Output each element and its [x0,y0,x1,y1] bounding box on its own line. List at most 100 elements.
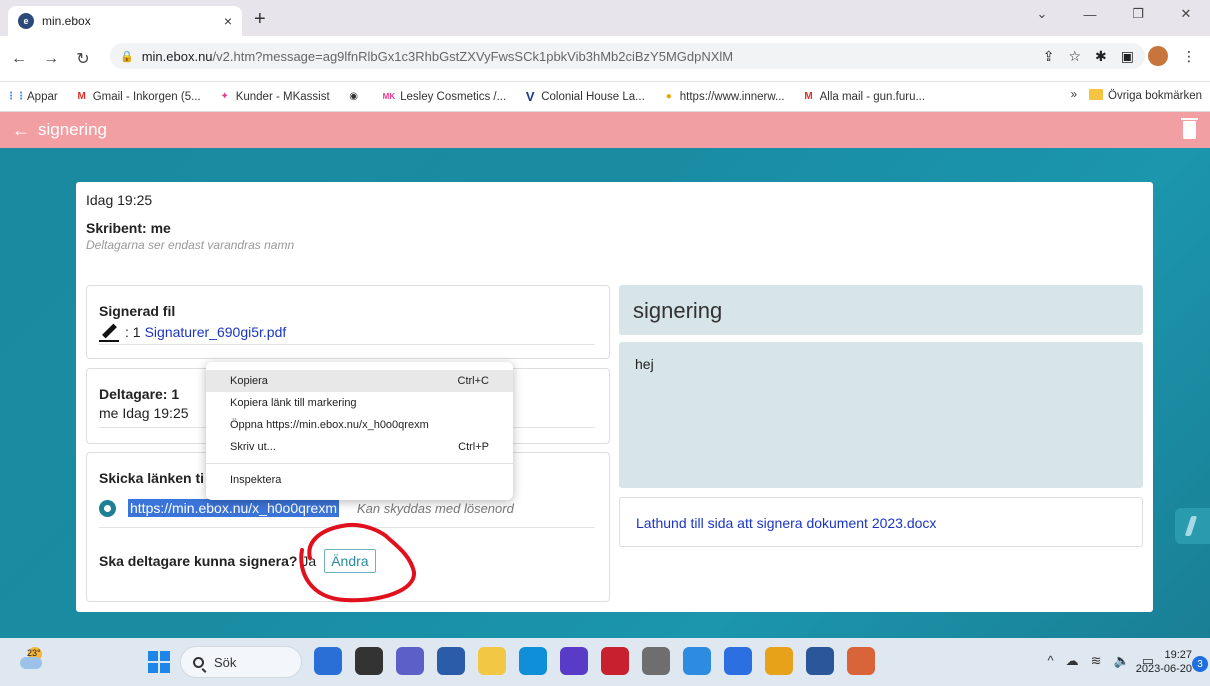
taskbar-search[interactable]: Sök [180,646,302,678]
taskbar-app-icon-9[interactable] [683,647,711,675]
trash-icon[interactable] [1181,118,1198,139]
taskbar-app-icon-11[interactable] [765,647,793,675]
tab-close-icon[interactable]: × [224,13,232,29]
taskbar-app-icon-13[interactable] [847,647,875,675]
ctx-separator [206,463,513,464]
url-field[interactable]: 🔒 min.ebox.nu/v2.htm?message=ag9lfnRlbGx… [110,43,1145,69]
taskbar-app-icon-2[interactable] [396,647,424,675]
pinned-apps [314,647,875,675]
address-bar-row: ← → ↻ 🔒 min.ebox.nu/v2.htm?message=ag9lf… [0,36,1210,82]
browser-tab-strip: e min.ebox × + ⌄ — ❐ ✕ [0,0,1210,36]
new-tab-button[interactable]: + [254,8,266,31]
bookmark-colonial[interactable]: V Colonial House La... [524,89,645,104]
taskbar-app-icon-12[interactable] [806,647,834,675]
temperature: 23° [27,648,41,658]
bookmark-mkassist[interactable]: ✦ Kunder - MKassist [219,91,330,103]
ctx-copy[interactable]: Kopiera Ctrl+C [206,370,513,392]
tab-search-icon[interactable]: ⌄ [1018,0,1066,28]
participants-title: Deltagare: 1 [99,386,180,402]
search-icon [193,656,204,668]
attachment-link[interactable]: Lathund till sida att signera dokument 2… [636,515,936,531]
tray-chevron-icon[interactable]: ^ [1048,653,1054,669]
gmail-icon: M [77,91,86,102]
menu-kebab-icon[interactable]: ⋮ [1182,48,1196,65]
attachment-panel: Lathund till sida att signera dokument 2… [619,497,1143,547]
ebox-favicon-icon: e [18,13,34,29]
reload-icon[interactable]: ↻ [70,49,96,69]
folder-icon [1089,89,1104,100]
bookmarks-bar: ⋮⋮ Appar M Gmail - Inkorgen (5... ✦ Kunder … [0,82,1210,112]
taskbar-app-icon-10[interactable] [724,647,752,675]
profile-avatar[interactable] [1148,46,1168,66]
share-icon[interactable]: ⇪ [1043,48,1055,65]
onedrive-icon[interactable]: ☁ [1066,653,1079,669]
message-writer: Skribent: me [86,220,171,236]
taskbar-app-icon-8[interactable] [642,647,670,675]
signed-file-panel: Signerad fil : 1 Signaturer_690gi5r.pdf [86,285,610,359]
other-bookmarks-folder[interactable]: Övriga bokmärken [1089,89,1202,102]
browser-tab[interactable]: e min.ebox × [8,6,242,36]
taskbar-app-icon-5[interactable] [519,647,547,675]
close-window-icon[interactable]: ✕ [1162,0,1210,28]
side-widget-lightning-icon[interactable] [1175,508,1210,544]
signed-file-count: : 1 [125,324,141,340]
pen-icon [99,322,119,342]
can-sign-label: Ska deltagare kunna signera? [99,553,298,569]
bookmark-gmail[interactable]: M Gmail - Inkorgen (5... [76,91,201,103]
taskbar-app-icon-1[interactable] [355,647,383,675]
bookmarks-more-button[interactable]: » [1071,89,1077,102]
url-path: /v2.htm?message=ag9lfnRlbGx1c3RhbGstZXVy… [212,48,734,64]
bookmark-globe[interactable]: ◉ [348,91,365,103]
clock-date: 2023-06-20 [1135,663,1192,675]
v-icon: V [525,89,535,104]
notification-badge[interactable]: 3 [1192,656,1208,672]
side-panel-icon[interactable]: ▣ [1121,48,1134,65]
forward-icon[interactable]: → [38,50,64,68]
apps-grid-icon: ⋮⋮ [6,91,26,102]
ctx-inspect[interactable]: Inspektera [206,469,513,491]
windows-start-icon[interactable] [148,651,170,673]
bookmarks-right: » Övriga bokmärken [1071,89,1202,102]
taskbar-app-icon-4[interactable] [478,647,506,675]
bookmark-apps[interactable]: ⋮⋮ Appar [6,91,58,103]
message-time: Idag 19:25 [86,192,153,208]
signed-file-title: Signerad fil [99,303,176,319]
page-title: signering [38,120,107,139]
participant-row: me Idag 19:25 [99,405,189,421]
signed-file-row: : 1 Signaturer_690gi5r.pdf [99,322,286,342]
taskbar-app-icon-3[interactable] [437,647,465,675]
gear-icon[interactable] [99,499,116,517]
network-icon[interactable]: ≋ [1091,653,1102,669]
lock-icon: 🔒 [120,50,134,63]
arrow-left-icon[interactable]: ← [12,120,30,141]
minimize-icon[interactable]: — [1066,0,1114,28]
windows-taskbar: 23° Sök ^ ☁ ≋ 🔈 ▭ 19:27 2023-06-20 3 [0,638,1210,686]
ctx-open-link[interactable]: Öppna https://min.ebox.nu/x_h0o0qrexm [206,414,513,436]
red-annotation-circle [299,523,416,603]
extensions-puzzle-icon[interactable]: ✱ [1095,48,1107,65]
bookmark-star-icon[interactable]: ☆ [1068,48,1081,65]
taskbar-app-icon-6[interactable] [560,647,588,675]
tab-title: min.ebox [42,14,91,28]
context-menu: Kopiera Ctrl+C Kopiera länk till markerin… [206,362,513,500]
restore-icon[interactable]: ❐ [1114,0,1162,28]
bookmark-lesley[interactable]: MK Lesley Cosmetics /... [383,91,507,103]
volume-icon[interactable]: 🔈 [1114,653,1130,669]
window-controls: ⌄ — ❐ ✕ [1018,0,1210,36]
taskbar-app-icon-7[interactable] [601,647,629,675]
clock[interactable]: 19:27 2023-06-20 [1136,648,1192,676]
send-link-title: Skicka länken ti [99,470,205,486]
bookmark-innerw[interactable]: ● https://www.innerw... [663,91,785,103]
message-subject: signering [619,285,1143,335]
divider [99,344,595,345]
cloud-icon [20,657,42,669]
ctx-print[interactable]: Skriv ut... Ctrl+P [206,436,513,458]
signed-file-link[interactable]: Signaturer_690gi5r.pdf [145,324,287,340]
ctx-copy-link-to-highlight[interactable]: Kopiera länk till markering [206,392,513,414]
search-label: Sök [214,654,237,670]
url-host: min.ebox.nu [141,48,213,64]
back-icon[interactable]: ← [6,50,32,68]
bookmark-alla-mail[interactable]: M Alla mail - gun.furu... [803,91,925,103]
weather-widget[interactable]: 23° [18,647,44,673]
taskbar-app-icon-0[interactable] [314,647,342,675]
